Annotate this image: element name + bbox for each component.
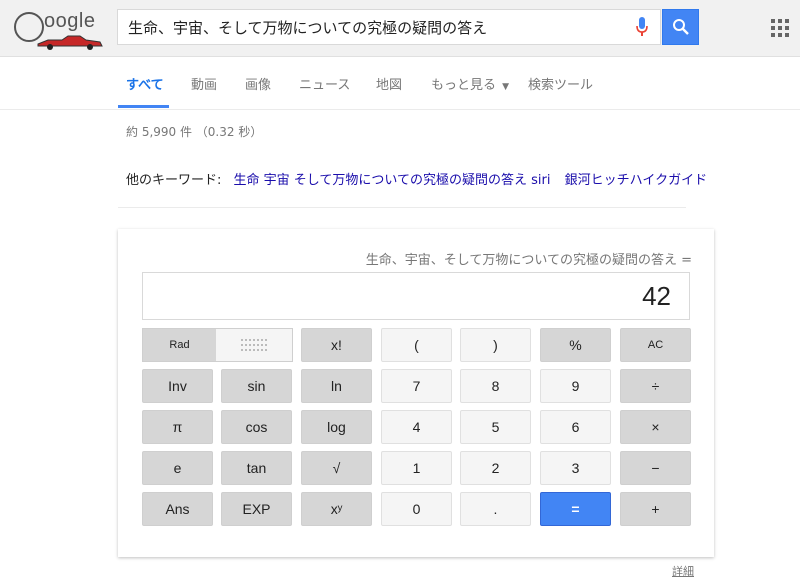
tab-maps[interactable]: 地図 bbox=[376, 74, 402, 93]
log-button[interactable]: log bbox=[301, 410, 372, 444]
apps-grid-icon[interactable] bbox=[771, 19, 789, 37]
tab-more[interactable]: もっと見る ▼ bbox=[431, 74, 509, 93]
angle-mode-toggle[interactable]: Rad bbox=[142, 328, 293, 362]
digit-9-button[interactable]: 9 bbox=[540, 369, 611, 403]
power-button[interactable]: xʸ bbox=[301, 492, 372, 526]
answer-button[interactable]: Ans bbox=[142, 492, 213, 526]
search-icon bbox=[673, 19, 689, 35]
digit-8-button[interactable]: 8 bbox=[460, 369, 531, 403]
decimal-button[interactable]: . bbox=[460, 492, 531, 526]
digit-7-button[interactable]: 7 bbox=[381, 369, 452, 403]
digit-2-button[interactable]: 2 bbox=[460, 451, 531, 485]
digit-4-button[interactable]: 4 bbox=[381, 410, 452, 444]
deg-dots-icon bbox=[241, 339, 267, 351]
digit-3-button[interactable]: 3 bbox=[540, 451, 611, 485]
tab-news[interactable]: ニュース bbox=[299, 74, 350, 93]
subtract-button[interactable]: − bbox=[620, 451, 691, 485]
calculator-card: 生命、宇宙、そして万物についての究極の疑問の答え = 42 Rad x! ( )… bbox=[118, 229, 714, 557]
dropdown-arrow-icon: ▼ bbox=[502, 82, 510, 92]
inverse-button[interactable]: Inv bbox=[142, 369, 213, 403]
percent-button[interactable]: % bbox=[540, 328, 611, 362]
google-doodle-logo[interactable]: oogle bbox=[12, 6, 106, 50]
tab-search-tools[interactable]: 検索ツール bbox=[528, 74, 593, 93]
ln-button[interactable]: ln bbox=[301, 369, 372, 403]
divider bbox=[118, 207, 686, 208]
digit-5-button[interactable]: 5 bbox=[460, 410, 531, 444]
euler-button[interactable]: e bbox=[142, 451, 213, 485]
rad-button[interactable]: Rad bbox=[143, 329, 216, 361]
deg-button[interactable] bbox=[216, 329, 292, 361]
tab-videos[interactable]: 動画 bbox=[191, 74, 217, 93]
calculator-result: 42 bbox=[642, 281, 671, 311]
multiply-button[interactable]: × bbox=[620, 410, 691, 444]
digit-1-button[interactable]: 1 bbox=[381, 451, 452, 485]
sin-button[interactable]: sin bbox=[221, 369, 292, 403]
related-prefix: 他のキーワード: bbox=[126, 173, 222, 188]
digit-0-button[interactable]: 0 bbox=[381, 492, 452, 526]
digit-6-button[interactable]: 6 bbox=[540, 410, 611, 444]
equals-button[interactable]: = bbox=[540, 492, 611, 526]
tab-images[interactable]: 画像 bbox=[245, 74, 271, 93]
calculator-expression: 生命、宇宙、そして万物についての究極の疑問の答え = bbox=[365, 253, 692, 268]
header-bar: oogle 生命、宇宙、そして万物についての究極の疑問の答え bbox=[0, 0, 800, 57]
logo-text: oogle bbox=[44, 10, 96, 32]
tab-more-label: もっと見る bbox=[431, 78, 497, 93]
active-tab-indicator bbox=[118, 105, 169, 108]
result-stats: 約 5,990 件 （0.32 秒） bbox=[126, 125, 263, 139]
divide-button[interactable]: ÷ bbox=[620, 369, 691, 403]
factorial-button[interactable]: x! bbox=[301, 328, 372, 362]
search-query-text: 生命、宇宙、そして万物についての究極の疑問の答え bbox=[128, 19, 488, 37]
add-button[interactable]: + bbox=[620, 492, 691, 526]
race-car-icon bbox=[37, 35, 103, 50]
sqrt-button[interactable]: √ bbox=[301, 451, 372, 485]
search-button[interactable] bbox=[662, 9, 699, 45]
calculator-display: 42 bbox=[142, 272, 690, 320]
exp-button[interactable]: EXP bbox=[221, 492, 292, 526]
microphone-icon[interactable] bbox=[635, 16, 649, 38]
search-tabs: すべて 動画 画像 ニュース 地図 もっと見る ▼ 検索ツール bbox=[0, 57, 800, 110]
related-link[interactable]: 銀河ヒッチハイクガイド bbox=[565, 173, 707, 188]
tan-button[interactable]: tan bbox=[221, 451, 292, 485]
calculator-more-link[interactable]: 詳細 bbox=[672, 563, 694, 579]
open-paren-button[interactable]: ( bbox=[381, 328, 452, 362]
cos-button[interactable]: cos bbox=[221, 410, 292, 444]
related-searches: 他のキーワード: 生命 宇宙 そして万物についての究極の疑問の答え siri 銀… bbox=[126, 169, 707, 188]
search-input[interactable]: 生命、宇宙、そして万物についての究極の疑問の答え bbox=[117, 9, 661, 45]
all-clear-button[interactable]: AC bbox=[620, 328, 691, 362]
tab-all[interactable]: すべて bbox=[126, 74, 164, 93]
close-paren-button[interactable]: ) bbox=[460, 328, 531, 362]
pi-button[interactable]: π bbox=[142, 410, 213, 444]
related-link[interactable]: 生命 宇宙 そして万物についての究極の疑問の答え siri bbox=[234, 173, 551, 188]
